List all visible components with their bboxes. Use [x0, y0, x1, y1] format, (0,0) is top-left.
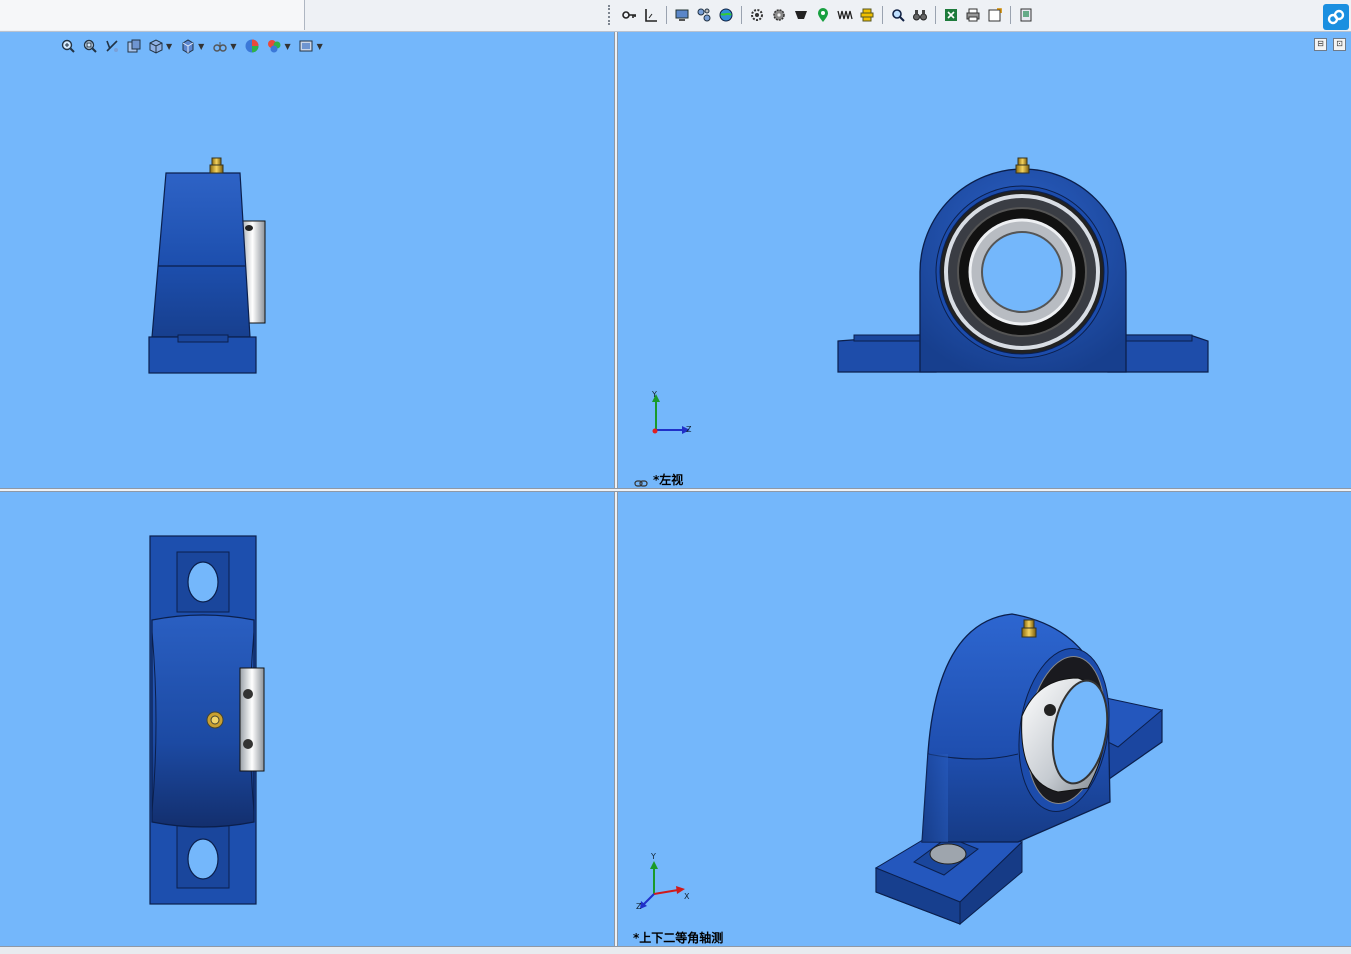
settings-icon[interactable] — [747, 5, 767, 25]
viewport-front[interactable]: ▼ ▼ ▼ ▼ ▼ — [0, 32, 614, 488]
axis-triad — [652, 394, 690, 434]
excel-icon[interactable] — [941, 5, 961, 25]
view-name-label: *左视 — [653, 473, 684, 487]
axis-z-label: Z — [636, 902, 642, 911]
top-view-model[interactable] — [0, 492, 614, 946]
feature-tree-header[interactable] — [0, 0, 305, 30]
toolbar-grip[interactable] — [608, 5, 614, 25]
hopper-icon[interactable] — [791, 5, 811, 25]
map-pin-icon[interactable] — [813, 5, 833, 25]
app-logo-icon[interactable] — [1323, 4, 1349, 30]
export-icon[interactable] — [985, 5, 1005, 25]
globe-icon[interactable] — [716, 5, 736, 25]
viewport-isometric[interactable]: Y X Z *上下二等角轴测 — [618, 492, 1351, 946]
print-icon[interactable] — [963, 5, 983, 25]
front-view-model[interactable] — [0, 32, 614, 488]
left-view-model[interactable] — [618, 32, 1351, 488]
axis-y-label: Y — [651, 852, 656, 861]
command-toolbar — [608, 4, 1036, 26]
link-views-icon[interactable] — [634, 473, 648, 487]
axis-triad — [640, 861, 685, 909]
zoom-search-icon[interactable] — [888, 5, 908, 25]
view-name-label: *上下二等角轴测 — [633, 931, 724, 945]
axis-y-label: Y — [652, 390, 657, 399]
key-icon[interactable] — [619, 5, 639, 25]
isometric-view-model[interactable] — [618, 492, 1351, 946]
axis-x-label: X — [684, 892, 690, 901]
top-toolbar — [0, 0, 1351, 32]
binoculars-icon[interactable] — [910, 5, 930, 25]
viewport-splitter-horizontal[interactable] — [0, 488, 1351, 492]
measure-icon[interactable] — [641, 5, 661, 25]
viewport-left[interactable]: ⊟ ⊡ Y Z *左视 — [618, 32, 1351, 488]
bolt-icon[interactable] — [857, 5, 877, 25]
bottom-status-strip — [0, 946, 1351, 954]
spring-icon[interactable] — [835, 5, 855, 25]
gear-icon[interactable] — [769, 5, 789, 25]
viewport-top[interactable] — [0, 492, 614, 946]
assembly-icon[interactable] — [694, 5, 714, 25]
help-book-icon[interactable] — [1016, 5, 1036, 25]
display-icon[interactable] — [672, 5, 692, 25]
axis-z-label: Z — [686, 425, 692, 434]
